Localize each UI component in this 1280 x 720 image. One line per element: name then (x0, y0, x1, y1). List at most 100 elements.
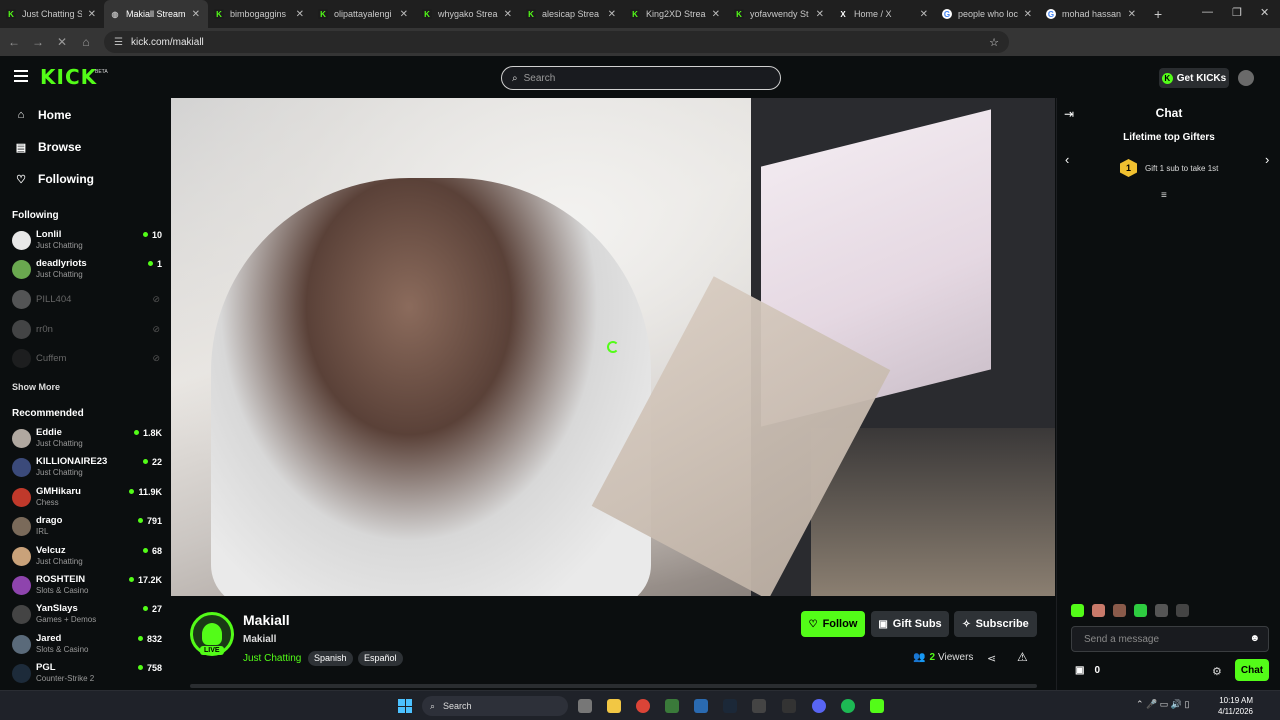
sidebar-channel-item[interactable]: rr0n ⊘ (12, 317, 162, 343)
settings-app-icon[interactable] (578, 699, 592, 713)
stop-loading-icon[interactable]: ✕ (50, 35, 74, 49)
browser-tab[interactable]: Kyofavwendy St ✕ (728, 0, 832, 28)
video-player[interactable] (171, 98, 1055, 596)
browser-tab[interactable]: K Just Chatting S ✕ (0, 0, 104, 28)
browser-tab[interactable]: ◍ Makiall Stream ✕ (104, 0, 208, 28)
emote-icon[interactable] (1134, 604, 1147, 617)
kick-favicon-icon: K (630, 9, 640, 19)
sidebar-channel-item[interactable]: Jared Slots & Casino 832 (12, 632, 162, 658)
windows-start-icon[interactable] (398, 699, 412, 713)
emote-icon[interactable] (1071, 604, 1084, 617)
sidebar-channel-item[interactable]: deadlyriots Just Chatting 1 (12, 257, 162, 283)
tag-espanol[interactable]: Español (358, 651, 403, 666)
chrome-icon[interactable] (636, 699, 650, 713)
hamburger-menu-icon[interactable] (14, 70, 28, 82)
app-icon[interactable] (782, 699, 796, 713)
minimize-icon[interactable]: — (1202, 6, 1213, 18)
share-icon[interactable]: ⋖ (987, 652, 996, 665)
site-info-icon[interactable]: ☰ (114, 37, 123, 48)
emoji-icon[interactable]: ☻ (1249, 633, 1260, 644)
close-tab-icon[interactable]: ✕ (296, 9, 304, 20)
show-more-link[interactable]: Show More (12, 382, 60, 392)
gear-icon[interactable]: ⚙ (1212, 665, 1222, 678)
sidebar-channel-item[interactable]: KILLIONAIRE23 Just Chatting 22 (12, 455, 162, 481)
report-warning-icon[interactable]: ⚠ (1017, 650, 1028, 664)
nav-browse[interactable]: ▤ Browse (14, 140, 82, 154)
user-avatar[interactable] (1238, 70, 1254, 86)
channel-name[interactable]: Makiall (243, 612, 290, 628)
search-input[interactable]: ⌕ Search (501, 66, 781, 90)
nav-following[interactable]: ♡ Following (14, 172, 94, 186)
browser-tab[interactable]: X Home / X ✕ (832, 0, 936, 28)
forward-icon[interactable]: → (26, 35, 50, 49)
browser-tab[interactable]: Gmohad hassan ✕ (1040, 0, 1144, 28)
back-icon[interactable]: ← (2, 35, 26, 49)
chevron-left-icon[interactable]: ‹ (1065, 152, 1069, 167)
offline-icon: ⊘ (152, 353, 160, 363)
browser-tab[interactable]: Kolipattayalengi ✕ (312, 0, 416, 28)
file-explorer-icon[interactable] (607, 699, 621, 713)
browser-tab[interactable]: Kwhygako Strea ✕ (416, 0, 520, 28)
expand-gifters-icon[interactable]: ≡ (1161, 190, 1167, 201)
discord-icon[interactable] (812, 699, 826, 713)
app-icon[interactable] (665, 699, 679, 713)
send-chat-button[interactable]: Chat (1235, 659, 1269, 681)
browser-tab[interactable]: Kbimbogaggins ✕ (208, 0, 312, 28)
terminal-icon[interactable] (752, 699, 766, 713)
emote-icon[interactable] (1113, 604, 1126, 617)
photos-icon[interactable] (694, 699, 708, 713)
kick-app-icon[interactable] (870, 699, 884, 713)
sidebar-channel-item[interactable]: PILL404 ⊘ (12, 287, 162, 313)
browser-tab[interactable]: Kalesicap Strea ✕ (520, 0, 624, 28)
close-tab-icon[interactable]: ✕ (712, 9, 720, 20)
channel-category: Just Chatting (36, 439, 83, 448)
close-tab-icon[interactable]: ✕ (1128, 9, 1136, 20)
kicks-balance[interactable]: ▣ 0 (1075, 665, 1100, 676)
channel-avatar (12, 664, 31, 684)
sidebar-channel-item[interactable]: drago IRL 791 (12, 514, 162, 540)
spotify-icon[interactable] (841, 699, 855, 713)
emote-icon[interactable] (1092, 604, 1105, 617)
system-tray-icons[interactable]: ⌃ 🎤 ▭ 🔊 ▯ (1136, 699, 1189, 710)
close-window-icon[interactable]: ✕ (1260, 6, 1269, 19)
close-tab-icon[interactable]: ✕ (88, 9, 96, 20)
close-tab-icon[interactable]: ✕ (920, 9, 928, 20)
chat-message-input[interactable]: Send a message ☻ (1071, 626, 1269, 652)
gift-subs-button[interactable]: ▣ Gift Subs (871, 611, 949, 637)
new-tab-icon[interactable]: + (1154, 6, 1174, 22)
kick-logo[interactable]: KICK (40, 65, 97, 89)
sidebar-channel-item[interactable]: Eddie Just Chatting 1.8K (12, 426, 162, 452)
home-icon[interactable]: ⌂ (74, 35, 98, 49)
taskbar-search[interactable]: ⌕ Search (422, 696, 568, 716)
browser-tab[interactable]: Gpeople who loc ✕ (936, 0, 1040, 28)
tag-spanish[interactable]: Spanish (308, 651, 353, 666)
sidebar-channel-item[interactable]: Lonlil Just Chatting 10 (12, 228, 162, 254)
close-tab-icon[interactable]: ✕ (504, 9, 512, 20)
emote-icon[interactable] (1155, 604, 1168, 617)
get-kicks-button[interactable]: K Get KICKs (1159, 68, 1229, 88)
sidebar-channel-item[interactable]: PGL Counter-Strike 2 758 (12, 661, 162, 687)
chevron-right-icon[interactable]: › (1265, 152, 1269, 167)
subscribe-button[interactable]: ✧ Subscribe (954, 611, 1037, 637)
maximize-icon[interactable]: ❐ (1232, 6, 1242, 19)
sidebar-channel-item[interactable]: YanSlays Games + Demos 27 (12, 602, 162, 628)
sidebar-channel-item[interactable]: Velcuz Just Chatting 68 (12, 544, 162, 570)
emote-icon[interactable] (1176, 604, 1189, 617)
browser-tab[interactable]: K King2XD Strea ✕ (624, 0, 728, 28)
sidebar-channel-item[interactable]: ROSHTEIN Slots & Casino 17.2K (12, 573, 162, 599)
follow-button[interactable]: ♡ Follow (801, 611, 865, 637)
close-tab-icon[interactable]: ✕ (192, 9, 200, 20)
close-tab-icon[interactable]: ✕ (816, 9, 824, 20)
taskbar-clock[interactable]: 10:19 AM 4/11/2026 (1218, 695, 1253, 717)
url-field[interactable]: ☰ kick.com/makiall ☆ (104, 31, 1009, 53)
steam-icon[interactable] (723, 699, 737, 713)
sidebar-channel-item[interactable]: Cuffem ⊘ (12, 346, 162, 372)
close-tab-icon[interactable]: ✕ (400, 9, 408, 20)
nav-home[interactable]: ⌂ Home (14, 108, 72, 122)
sidebar-channel-item[interactable]: GMHikaru Chess 11.9K (12, 485, 162, 511)
close-tab-icon[interactable]: ✕ (608, 9, 616, 20)
close-tab-icon[interactable]: ✕ (1024, 9, 1032, 20)
stream-category-link[interactable]: Just Chatting (243, 653, 301, 664)
gift-sub-prompt[interactable]: Gift 1 sub to take 1st (1145, 164, 1218, 173)
bookmark-star-icon[interactable]: ☆ (989, 36, 999, 49)
